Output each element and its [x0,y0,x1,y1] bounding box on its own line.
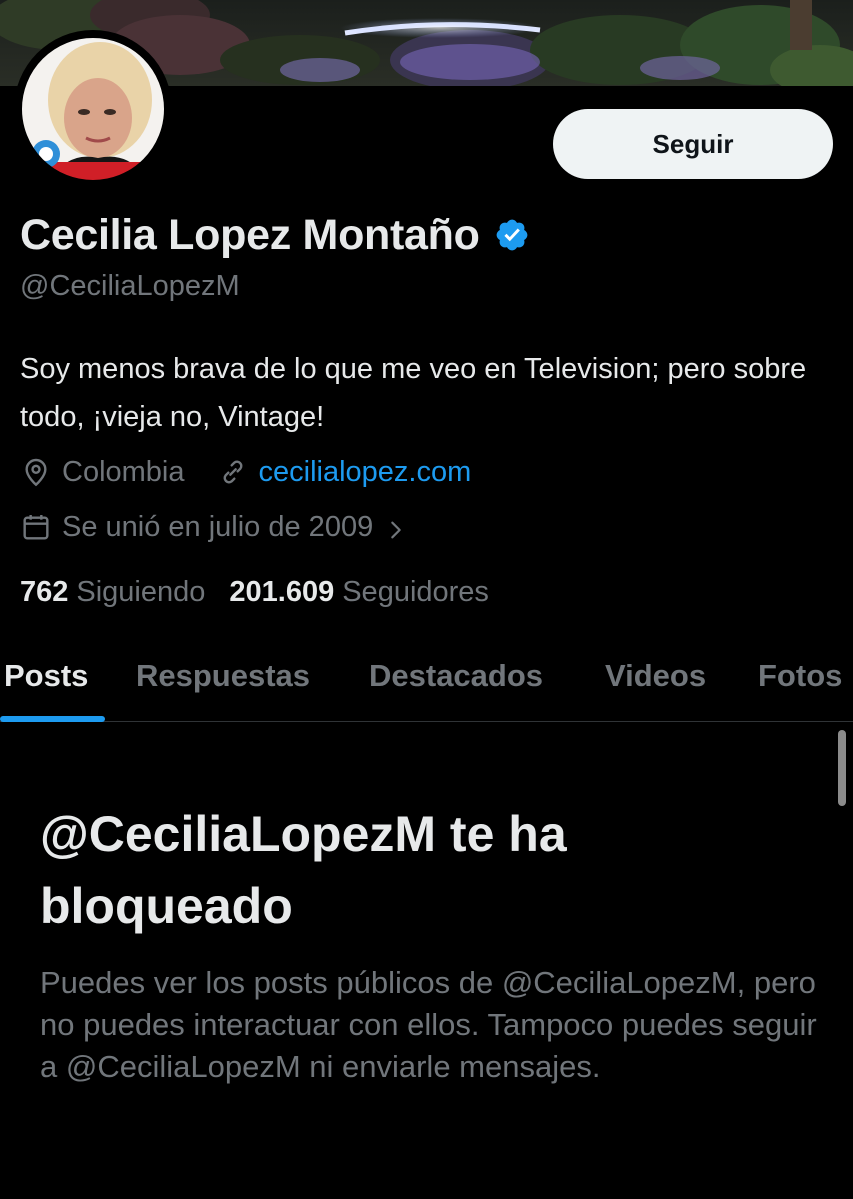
blocked-description: Puedes ver los posts públicos de @Cecili… [40,965,817,1084]
tab-respuestas[interactable]: Respuestas [136,630,310,722]
following-label: Siguiendo [76,575,206,608]
tab-label: Videos [605,658,707,693]
profile-website-link[interactable]: cecilialopez.com [259,456,472,489]
link-icon [217,456,249,488]
profile-meta-row: Colombia cecilialopez.com [20,450,471,494]
followers-label: Seguidores [342,575,489,608]
following-count: 762 [20,575,69,608]
profile-bio: Soy menos brava de lo que me veo en Tele… [20,353,807,433]
profile-tabs: Posts Respuestas Destacados Videos Fotos [0,630,853,722]
avatar[interactable] [14,30,172,188]
avatar-image [20,36,166,182]
tab-label: Fotos [758,658,843,693]
verified-badge-icon[interactable] [494,217,530,253]
followers-count: 201.609 [229,575,335,608]
tab-posts[interactable]: Posts [4,630,88,722]
display-name: Cecilia Lopez Montaño [20,210,480,259]
profile-joined-row[interactable]: Se unió en julio de 2009 [20,505,407,549]
active-tab-indicator [0,716,105,722]
chevron-right-icon [385,516,407,539]
tab-label: Respuestas [136,658,311,693]
calendar-icon [20,511,52,543]
blocked-title: @CeciliaLopezM te ha bloqueado [40,806,567,934]
display-name-row: Cecilia Lopez Montaño [20,205,530,265]
tab-label: Posts [4,658,89,693]
tab-destacados[interactable]: Destacados [369,630,543,722]
followers-link[interactable]: 201.609 Seguidores [229,576,489,609]
tab-label: Destacados [369,658,544,693]
tab-fotos[interactable]: Fotos [758,630,842,722]
profile-handle: @CeciliaLopezM [20,270,240,302]
profile-location: Colombia [62,455,185,488]
follow-counts: 762 Siguiendo 201.609 Seguidores [20,570,489,614]
follow-button[interactable]: Seguir [553,109,833,179]
following-link[interactable]: 762 Siguiendo [20,576,205,609]
location-pin-icon [20,456,52,488]
tab-videos[interactable]: Videos [605,630,706,722]
profile-joined-date: Se unió en julio de 2009 [62,510,374,543]
scrollbar-thumb[interactable] [838,730,846,806]
